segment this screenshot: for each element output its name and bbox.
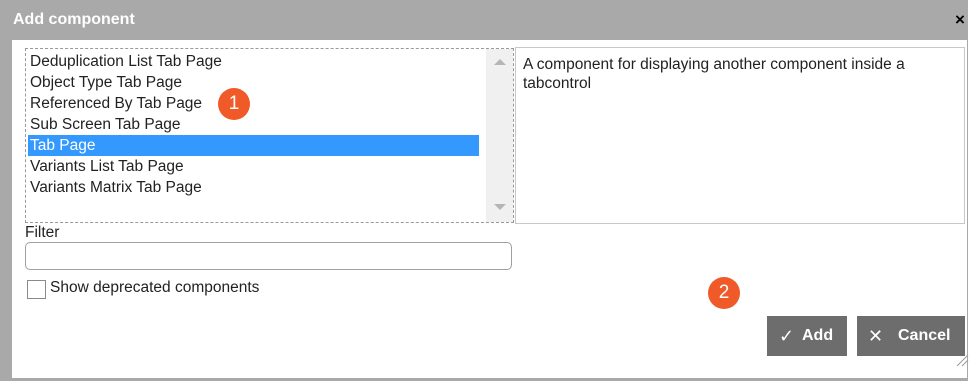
step-2-badge: 2 bbox=[708, 277, 740, 309]
add-button-label: Add bbox=[802, 327, 834, 344]
list-item-selected[interactable]: Tab Page bbox=[28, 135, 479, 156]
close-x-icon: ✕ bbox=[868, 326, 884, 346]
resize-grip-icon[interactable] bbox=[955, 353, 969, 367]
step-1-badge: 1 bbox=[218, 88, 250, 120]
dialog-title: Add component bbox=[13, 11, 135, 28]
dialog-titlebar[interactable]: Add component × bbox=[0, 0, 968, 40]
show-deprecated-label[interactable]: Show deprecated components bbox=[50, 279, 259, 297]
filter-label: Filter bbox=[25, 224, 60, 241]
list-item[interactable]: Deduplication List Tab Page bbox=[28, 51, 479, 72]
list-item[interactable]: Variants Matrix Tab Page bbox=[28, 177, 479, 198]
description-panel: A component for displaying another compo… bbox=[515, 47, 965, 224]
cancel-button-label: Cancel bbox=[898, 327, 951, 344]
list-scrollbar[interactable] bbox=[486, 49, 513, 222]
scroll-down-icon[interactable] bbox=[494, 204, 506, 210]
filter-input[interactable] bbox=[25, 242, 512, 270]
component-list: Deduplication List Tab Page Object Type … bbox=[28, 51, 479, 198]
scroll-up-icon[interactable] bbox=[494, 59, 506, 65]
component-listbox[interactable]: Deduplication List Tab Page Object Type … bbox=[25, 48, 514, 223]
dialog-body: Deduplication List Tab Page Object Type … bbox=[12, 40, 969, 378]
list-item[interactable]: Object Type Tab Page bbox=[28, 72, 479, 93]
component-description: A component for displaying another compo… bbox=[523, 56, 905, 92]
list-item[interactable]: Variants List Tab Page bbox=[28, 156, 479, 177]
list-item[interactable]: Sub Screen Tab Page bbox=[28, 114, 479, 135]
close-icon[interactable]: × bbox=[955, 10, 970, 30]
show-deprecated-checkbox[interactable] bbox=[27, 280, 46, 299]
add-component-dialog: Add component × Deduplication List Tab P… bbox=[0, 0, 969, 381]
list-item[interactable]: Referenced By Tab Page bbox=[28, 93, 479, 114]
cancel-button[interactable]: ✕ Cancel bbox=[857, 316, 965, 356]
checkmark-icon: ✓ bbox=[779, 326, 795, 346]
add-button[interactable]: ✓ Add bbox=[767, 316, 847, 356]
